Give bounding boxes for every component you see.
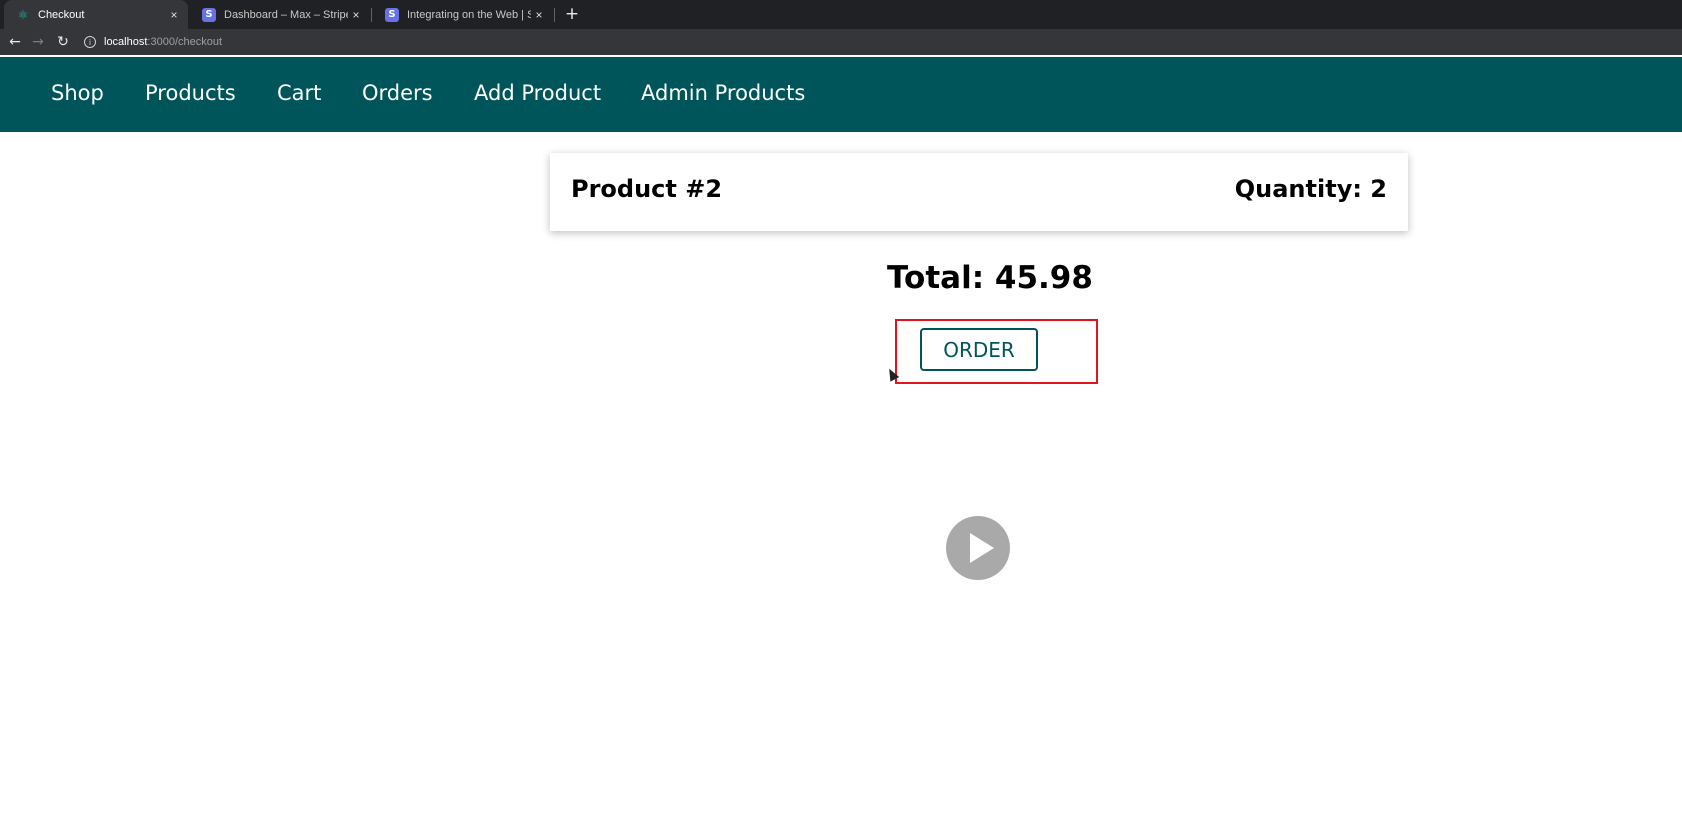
close-icon[interactable]: ×: [531, 8, 547, 22]
close-icon[interactable]: ×: [166, 8, 182, 22]
nav-add-product[interactable]: Add Product: [474, 79, 601, 107]
nav-shop[interactable]: Shop: [51, 79, 104, 107]
react-icon: ⚛: [17, 7, 29, 22]
tab-stripe-docs[interactable]: S Integrating on the Web | Stripe ×: [373, 0, 553, 29]
play-icon[interactable]: [946, 516, 1010, 580]
tab-checkout[interactable]: ⚛ Checkout ×: [4, 0, 188, 29]
nav-cart[interactable]: Cart: [277, 79, 321, 107]
close-icon[interactable]: ×: [348, 8, 364, 22]
url-host: localhost: [104, 36, 148, 48]
nav-products[interactable]: Products: [145, 79, 236, 107]
tab-title: Dashboard – Max – Stripe [Te…: [224, 8, 348, 21]
main-header: Shop Products Cart Orders Add Product Ad…: [0, 57, 1682, 132]
url-path: :3000/checkout: [147, 36, 223, 48]
info-icon[interactable]: i: [84, 36, 96, 48]
tab-title: Checkout: [38, 8, 85, 21]
nav-admin-products[interactable]: Admin Products: [641, 79, 805, 107]
stripe-icon: S: [385, 7, 399, 22]
new-tab-button[interactable]: +: [562, 4, 582, 24]
forward-arrow-icon[interactable]: →: [28, 32, 48, 52]
url-text[interactable]: localhost:3000/checkout: [104, 36, 222, 48]
tab-divider: [554, 8, 555, 22]
browser-toolbar: ← → ↻ i localhost:3000/checkout: [0, 29, 1682, 55]
browser-tab-strip: ⚛ Checkout × S Dashboard – Max – Stripe …: [0, 0, 1682, 29]
address-bar[interactable]: i localhost:3000/checkout: [84, 32, 1674, 52]
product-quantity: Quantity: 2: [1234, 175, 1387, 203]
stripe-icon: S: [202, 7, 216, 22]
nav-orders[interactable]: Orders: [362, 79, 433, 107]
tab-stripe-dashboard[interactable]: S Dashboard – Max – Stripe [Te… ×: [190, 0, 370, 29]
order-total: Total: 45.98: [887, 260, 1093, 296]
tab-title: Integrating on the Web | Stripe: [407, 8, 531, 21]
product-name: Product #2: [571, 175, 723, 203]
order-button[interactable]: ORDER: [920, 328, 1038, 371]
tab-divider: [371, 8, 372, 22]
reload-icon[interactable]: ↻: [53, 32, 73, 52]
cart-item-card: Product #2 Quantity: 2: [550, 153, 1408, 231]
back-arrow-icon[interactable]: ←: [5, 32, 25, 52]
